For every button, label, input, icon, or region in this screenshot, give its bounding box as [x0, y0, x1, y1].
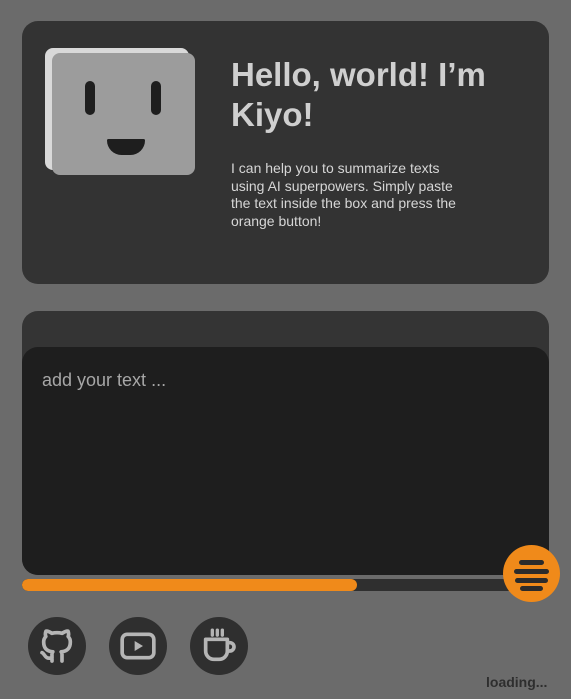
youtube-link[interactable] — [109, 617, 167, 675]
welcome-card: Hello, world! I’m Kiyo! I can help you t… — [22, 21, 549, 284]
text-input[interactable] — [22, 347, 549, 575]
lines-icon-bar-3 — [515, 578, 548, 583]
youtube-icon — [120, 632, 156, 660]
status-text: loading... — [486, 674, 548, 690]
progress-fill — [22, 579, 357, 591]
github-icon — [40, 629, 73, 663]
coffee-cup-icon — [203, 628, 236, 662]
robot-left-eye — [85, 81, 95, 115]
coffee-link[interactable] — [190, 617, 248, 675]
lines-icon-bar-2 — [514, 569, 549, 574]
progress-bar — [22, 579, 522, 591]
lines-icon-bar-4 — [520, 586, 543, 591]
robot-right-eye — [151, 81, 161, 115]
lines-icon-bar-1 — [519, 560, 544, 565]
page-title: Hello, world! I’m Kiyo! — [231, 56, 486, 133]
summarize-button[interactable] — [503, 545, 560, 602]
robot-face-icon — [52, 53, 195, 175]
robot-mouth — [107, 139, 145, 155]
intro-text: I can help you to summarize texts using … — [231, 160, 456, 229]
github-link[interactable] — [28, 617, 86, 675]
